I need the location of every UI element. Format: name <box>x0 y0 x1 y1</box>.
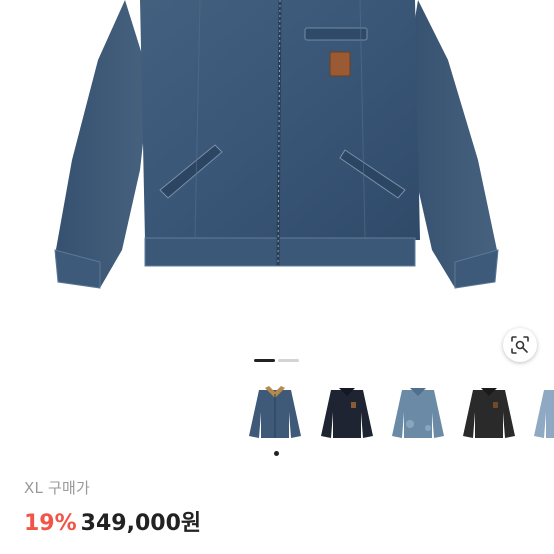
pager-indicator[interactable] <box>278 359 299 362</box>
color-variant-thumbnails <box>245 384 554 446</box>
size-label: XL <box>24 479 44 497</box>
discount-rate: 19% <box>24 511 77 536</box>
thumb-pale-denim-jacket[interactable] <box>530 384 554 442</box>
left-sleeve <box>55 0 150 288</box>
right-sleeve <box>405 0 498 288</box>
chest-pocket <box>304 27 368 41</box>
thumb-blue-denim-corduroy-collar[interactable] <box>245 384 305 442</box>
thumb-black-jacket[interactable] <box>459 384 519 442</box>
thumb-light-denim-jacket[interactable] <box>388 384 448 442</box>
selected-thumbnail-dot <box>274 451 279 456</box>
purchase-label: 구매가 <box>48 479 91 497</box>
product-hero-image[interactable] <box>0 0 554 320</box>
carousel-pager <box>254 359 299 363</box>
lens-search-icon <box>511 336 529 354</box>
purchase-meta: XL 구매가 <box>24 477 90 498</box>
brand-patch-icon <box>329 51 351 77</box>
waistband <box>144 237 416 267</box>
lens-search-button[interactable] <box>503 328 537 362</box>
price: 349,000원 <box>80 511 202 536</box>
pager-indicator-active[interactable] <box>254 359 275 362</box>
thumb-navy-jacket[interactable] <box>317 384 377 442</box>
denim-jacket-illustration <box>54 0 499 289</box>
price-row: 19% 349,000원 <box>24 505 201 537</box>
